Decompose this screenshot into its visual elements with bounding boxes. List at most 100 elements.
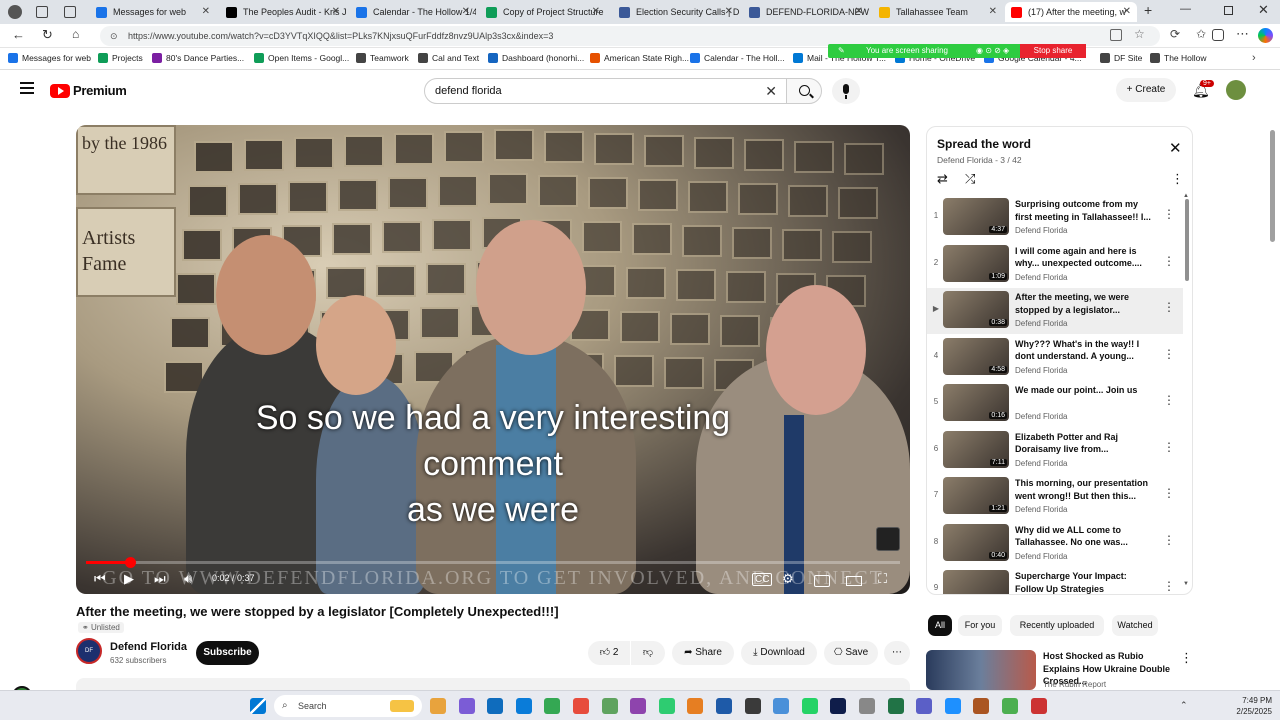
tab-actions-icon[interactable] xyxy=(64,6,76,18)
bookmark-item[interactable]: Projects xyxy=(98,53,143,63)
save-button[interactable]: ⎔ Save xyxy=(824,641,878,665)
playlist-item[interactable]: 4 4:58 Why??? What's in the way!! I dont u… xyxy=(927,335,1183,381)
home-icon[interactable]: ⌂ xyxy=(72,27,79,41)
search-button[interactable] xyxy=(786,78,822,104)
playlist-item-menu-icon[interactable]: ⋮ xyxy=(1163,207,1175,221)
previous-icon[interactable]: ⏮︎ xyxy=(94,571,106,587)
theater-mode-icon[interactable] xyxy=(846,576,862,586)
feedback-icon[interactable] xyxy=(1002,698,1018,714)
bookmark-item[interactable]: Dashboard (honorhi... xyxy=(488,53,584,63)
recommended-thumbnail[interactable] xyxy=(926,650,1036,690)
playlist-item-thumbnail[interactable]: 1:09 xyxy=(943,244,1009,282)
browser-tab[interactable]: The Peoples Audit - Kris J ✕ xyxy=(220,2,346,22)
bookmark-item[interactable]: DF Site xyxy=(1100,53,1142,63)
calculator-icon[interactable] xyxy=(716,698,732,714)
create-button[interactable]: + Create xyxy=(1116,78,1176,102)
copilot-icon[interactable] xyxy=(1258,28,1273,43)
next-icon[interactable]: ⏭︎ xyxy=(154,571,166,587)
playlist-item-thumbnail[interactable]: 0:38 xyxy=(943,291,1009,328)
share-controls-icon[interactable]: ◉ ⊙ ⊘ ◈ xyxy=(976,44,1009,58)
reload-icon[interactable]: ↻ xyxy=(42,27,53,43)
bookmark-item[interactable]: Calendar - The Holl... xyxy=(690,53,785,63)
excel-icon[interactable] xyxy=(887,698,904,714)
loop-icon[interactable]: ⇄ xyxy=(937,171,948,187)
channel-avatar[interactable]: DF xyxy=(76,638,102,664)
recommended-menu-icon[interactable]: ⋮ xyxy=(1180,650,1193,666)
download-button[interactable]: ⤓ Download xyxy=(741,641,817,665)
playlist-item-menu-icon[interactable]: ⋮ xyxy=(1163,486,1175,500)
playlist-item-menu-icon[interactable]: ⋮ xyxy=(1163,579,1175,593)
volume-icon[interactable]: 🔊︎ xyxy=(184,571,192,587)
system-tray-icon[interactable]: ⌃ xyxy=(1180,700,1188,711)
filter-chip[interactable]: Watched xyxy=(1112,615,1158,636)
playlist-item-thumbnail[interactable]: 1:21 xyxy=(943,477,1009,514)
browser-tab[interactable]: (17) After the meeting, w ✕ xyxy=(1005,2,1137,22)
close-playlist-icon[interactable]: ✕ xyxy=(1169,139,1182,157)
browser-tab[interactable]: Election Security Calls | D ✕ xyxy=(613,2,739,22)
file-explorer-icon[interactable] xyxy=(430,698,446,714)
play-icon[interactable]: ▶︎ xyxy=(124,571,134,587)
bookmark-item[interactable]: Messages for web xyxy=(8,53,91,63)
maximize-button[interactable] xyxy=(1224,6,1233,15)
playlist-item-thumbnail[interactable]: 0:16 xyxy=(943,384,1009,421)
favorites-icon[interactable]: ✩ xyxy=(1196,27,1206,41)
teams-icon[interactable] xyxy=(916,698,933,714)
bookmark-item[interactable]: Cal and Text xyxy=(418,53,479,63)
new-tab-button[interactable]: + xyxy=(1144,2,1152,18)
progress-bar[interactable] xyxy=(86,557,900,568)
close-window-button[interactable]: ✕ xyxy=(1258,2,1269,18)
shuffle-icon[interactable]: ⤮ xyxy=(965,171,975,187)
dislike-button[interactable]: 👎︎ xyxy=(631,641,665,665)
notepad-icon[interactable] xyxy=(830,698,847,714)
outlook-icon[interactable] xyxy=(487,698,504,714)
playlist-item[interactable]: ▶ 0:38 After the meeting, we were stopped … xyxy=(927,288,1183,334)
settings-more-icon[interactable]: ⋯ xyxy=(1236,26,1249,42)
taskbar-clock[interactable]: 7:49 PM 2/25/2025 xyxy=(1220,695,1272,717)
browser-tab[interactable]: Messages for web ✕ xyxy=(90,2,216,22)
subscribe-button[interactable]: Subscribe xyxy=(196,641,259,665)
tab-close-icon[interactable]: ✕ xyxy=(855,6,863,17)
edge-icon[interactable] xyxy=(515,698,532,714)
scroll-down-icon[interactable]: ▼ xyxy=(1183,581,1189,587)
zoom-icon[interactable] xyxy=(944,698,961,714)
chrome-icon[interactable] xyxy=(544,698,561,714)
browser-tab[interactable]: Tallahassee Team ✕ xyxy=(873,2,1003,22)
playlist-item-thumbnail[interactable]: 4:37 xyxy=(943,198,1009,235)
playlist-item[interactable]: 9 2:02 Supercharge Your Impact: Follow Up … xyxy=(927,567,1183,594)
fullscreen-icon[interactable]: ⛶ xyxy=(878,571,887,587)
playlist-item[interactable]: 5 0:16 We made our point... Join us Defend … xyxy=(927,381,1183,427)
paint-icon[interactable] xyxy=(630,698,647,714)
favorite-star-icon[interactable]: ☆ xyxy=(1134,27,1145,41)
share-button[interactable]: ➦ Share xyxy=(672,641,734,665)
video-player[interactable]: by the 1986 Artists Fame So so we had a … xyxy=(76,125,910,594)
subtitles-icon[interactable]: CC xyxy=(752,573,773,586)
settings-gear-icon[interactable]: ⚙︎ xyxy=(782,571,794,587)
refresh-extension-icon[interactable]: ⟳ xyxy=(1170,27,1180,41)
playlist-item-menu-icon[interactable]: ⋮ xyxy=(1163,300,1175,314)
playlist-item[interactable]: 1 4:37 Surprising outcome from my first me… xyxy=(927,195,1183,241)
playlist-item-thumbnail[interactable]: 0:40 xyxy=(943,523,1009,561)
bookmark-item[interactable]: Teamwork xyxy=(356,53,409,63)
playlist-item[interactable]: 6 7:11 Elizabeth Potter and Raj Doraisamy … xyxy=(927,428,1183,474)
tab-close-icon[interactable]: ✕ xyxy=(989,6,997,17)
scroll-up-icon[interactable]: ▲ xyxy=(1183,193,1189,199)
xbox-icon[interactable] xyxy=(601,698,618,714)
bookmarks-more-icon[interactable]: › xyxy=(1252,52,1256,64)
playlist-scrollbar[interactable] xyxy=(1185,199,1189,281)
playlist-item[interactable]: 8 0:40 Why did we ALL come to Tallahassee.… xyxy=(927,521,1183,567)
playlist-item-menu-icon[interactable]: ⋮ xyxy=(1163,347,1175,361)
tab-close-icon[interactable]: ✕ xyxy=(462,6,470,17)
description-box[interactable] xyxy=(76,678,910,690)
tab-close-icon[interactable]: ✕ xyxy=(332,6,340,17)
bookmark-item[interactable]: The Hollow xyxy=(1150,53,1207,63)
powerpoint-icon[interactable] xyxy=(1030,698,1047,714)
taskbar-search-input[interactable]: ⌕ Search xyxy=(274,695,422,717)
read-aloud-icon[interactable] xyxy=(1110,29,1122,41)
hamburger-menu-icon[interactable] xyxy=(20,82,34,94)
settings-icon[interactable] xyxy=(744,698,761,714)
youtube-logo[interactable]: Premium xyxy=(50,83,127,98)
premiere-icon[interactable] xyxy=(801,698,818,714)
more-actions-button[interactable]: ⋯ xyxy=(884,641,910,665)
filter-chip[interactable]: Recently uploaded xyxy=(1010,615,1104,636)
media-icon[interactable] xyxy=(687,698,704,714)
